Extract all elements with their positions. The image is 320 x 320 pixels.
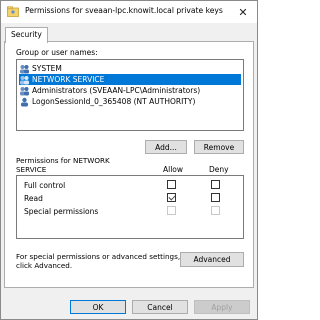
special-permissions-allow-checkbox	[167, 206, 176, 215]
permissions-header-line2: SERVICE	[16, 164, 47, 174]
close-icon: ✕	[238, 5, 248, 19]
deny-column-header: Deny	[209, 165, 229, 174]
permission-row-label: Special permissions	[24, 207, 99, 216]
add-button[interactable]: Add...	[145, 140, 187, 154]
users-group-icon	[20, 86, 29, 95]
full-control-allow-checkbox[interactable]	[167, 180, 176, 189]
close-button[interactable]: ✕	[233, 4, 253, 20]
permission-row-label: Read	[24, 194, 43, 203]
advanced-button[interactable]: Advanced	[180, 252, 244, 267]
users-group-icon	[20, 64, 29, 73]
read-deny-checkbox[interactable]	[211, 193, 220, 202]
list-item[interactable]: Administrators (SVEAAN-LPC\Administrator…	[19, 85, 241, 96]
allow-column-header: Allow	[163, 165, 184, 174]
read-allow-checkbox[interactable]	[167, 193, 176, 202]
users-group-icon	[20, 75, 29, 84]
tab-security[interactable]: Security	[5, 27, 48, 43]
list-item[interactable]: SYSTEM	[19, 63, 241, 74]
advanced-note: For special permissions or advanced sett…	[16, 252, 180, 270]
list-item[interactable]: LogonSessionId_0_365408 (NT AUTHORITY)	[19, 96, 241, 107]
full-control-deny-checkbox[interactable]	[211, 180, 220, 189]
list-item-label: NETWORK SERVICE	[32, 75, 105, 84]
permissions-table: Full control Read Special permissions	[16, 175, 244, 239]
dialog-buttons: OK Cancel Apply	[1, 293, 257, 320]
title-bar[interactable]: Permissions for sveaan-lpc.knowit.local …	[1, 1, 257, 23]
tab-strip: Security	[1, 23, 257, 43]
list-item-label: Administrators (SVEAAN-LPC\Administrator…	[32, 86, 201, 95]
ok-button[interactable]: OK	[70, 300, 126, 314]
list-item-label: LogonSessionId_0_365408 (NT AUTHORITY)	[32, 97, 196, 106]
remove-button[interactable]: Remove	[194, 140, 244, 154]
cancel-button[interactable]: Cancel	[132, 300, 188, 314]
list-item[interactable]: NETWORK SERVICE	[19, 74, 241, 85]
list-item-label: SYSTEM	[32, 64, 62, 73]
apply-button: Apply	[194, 300, 250, 314]
permissions-dialog: Permissions for sveaan-lpc.knowit.local …	[0, 0, 258, 320]
window-title: Permissions for sveaan-lpc.knowit.local …	[25, 6, 223, 15]
advanced-note-line2: click Advanced.	[16, 260, 73, 270]
key-folder-icon	[7, 6, 19, 17]
special-permissions-deny-checkbox	[211, 206, 220, 215]
users-list[interactable]: SYSTEM NETWORK SERVICE Administrators (S…	[16, 59, 244, 131]
permissions-header: Permissions for NETWORK SERVICE	[16, 156, 110, 174]
permission-row-label: Full control	[24, 181, 66, 190]
group-or-user-names-label: Group or user names:	[16, 48, 98, 57]
user-icon	[21, 97, 28, 106]
